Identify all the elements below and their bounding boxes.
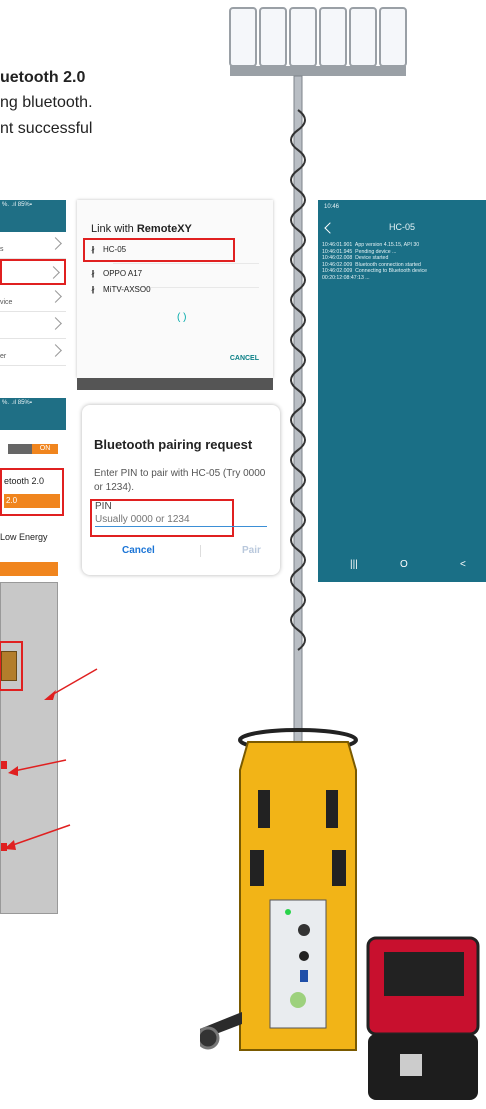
device-item[interactable]: ∦ MiTV-AXSO0 (91, 285, 151, 294)
bluetooth-icon: ∦ (91, 245, 95, 254)
device-item[interactable]: ∦ HC-05 (91, 245, 126, 254)
bluetooth-icon: ∦ (91, 285, 95, 294)
pin-label: PIN (95, 501, 112, 512)
loading-spinner: ( ) (177, 312, 187, 323)
link-dialog-title: Link with RemoteXY (91, 223, 192, 235)
device-item[interactable]: ∦ OPPO A17 (91, 269, 142, 278)
light-tower-illustration (200, 7, 480, 1100)
bluetooth-icon: ∦ (91, 269, 95, 278)
cancel-button[interactable]: Cancel (122, 545, 155, 556)
